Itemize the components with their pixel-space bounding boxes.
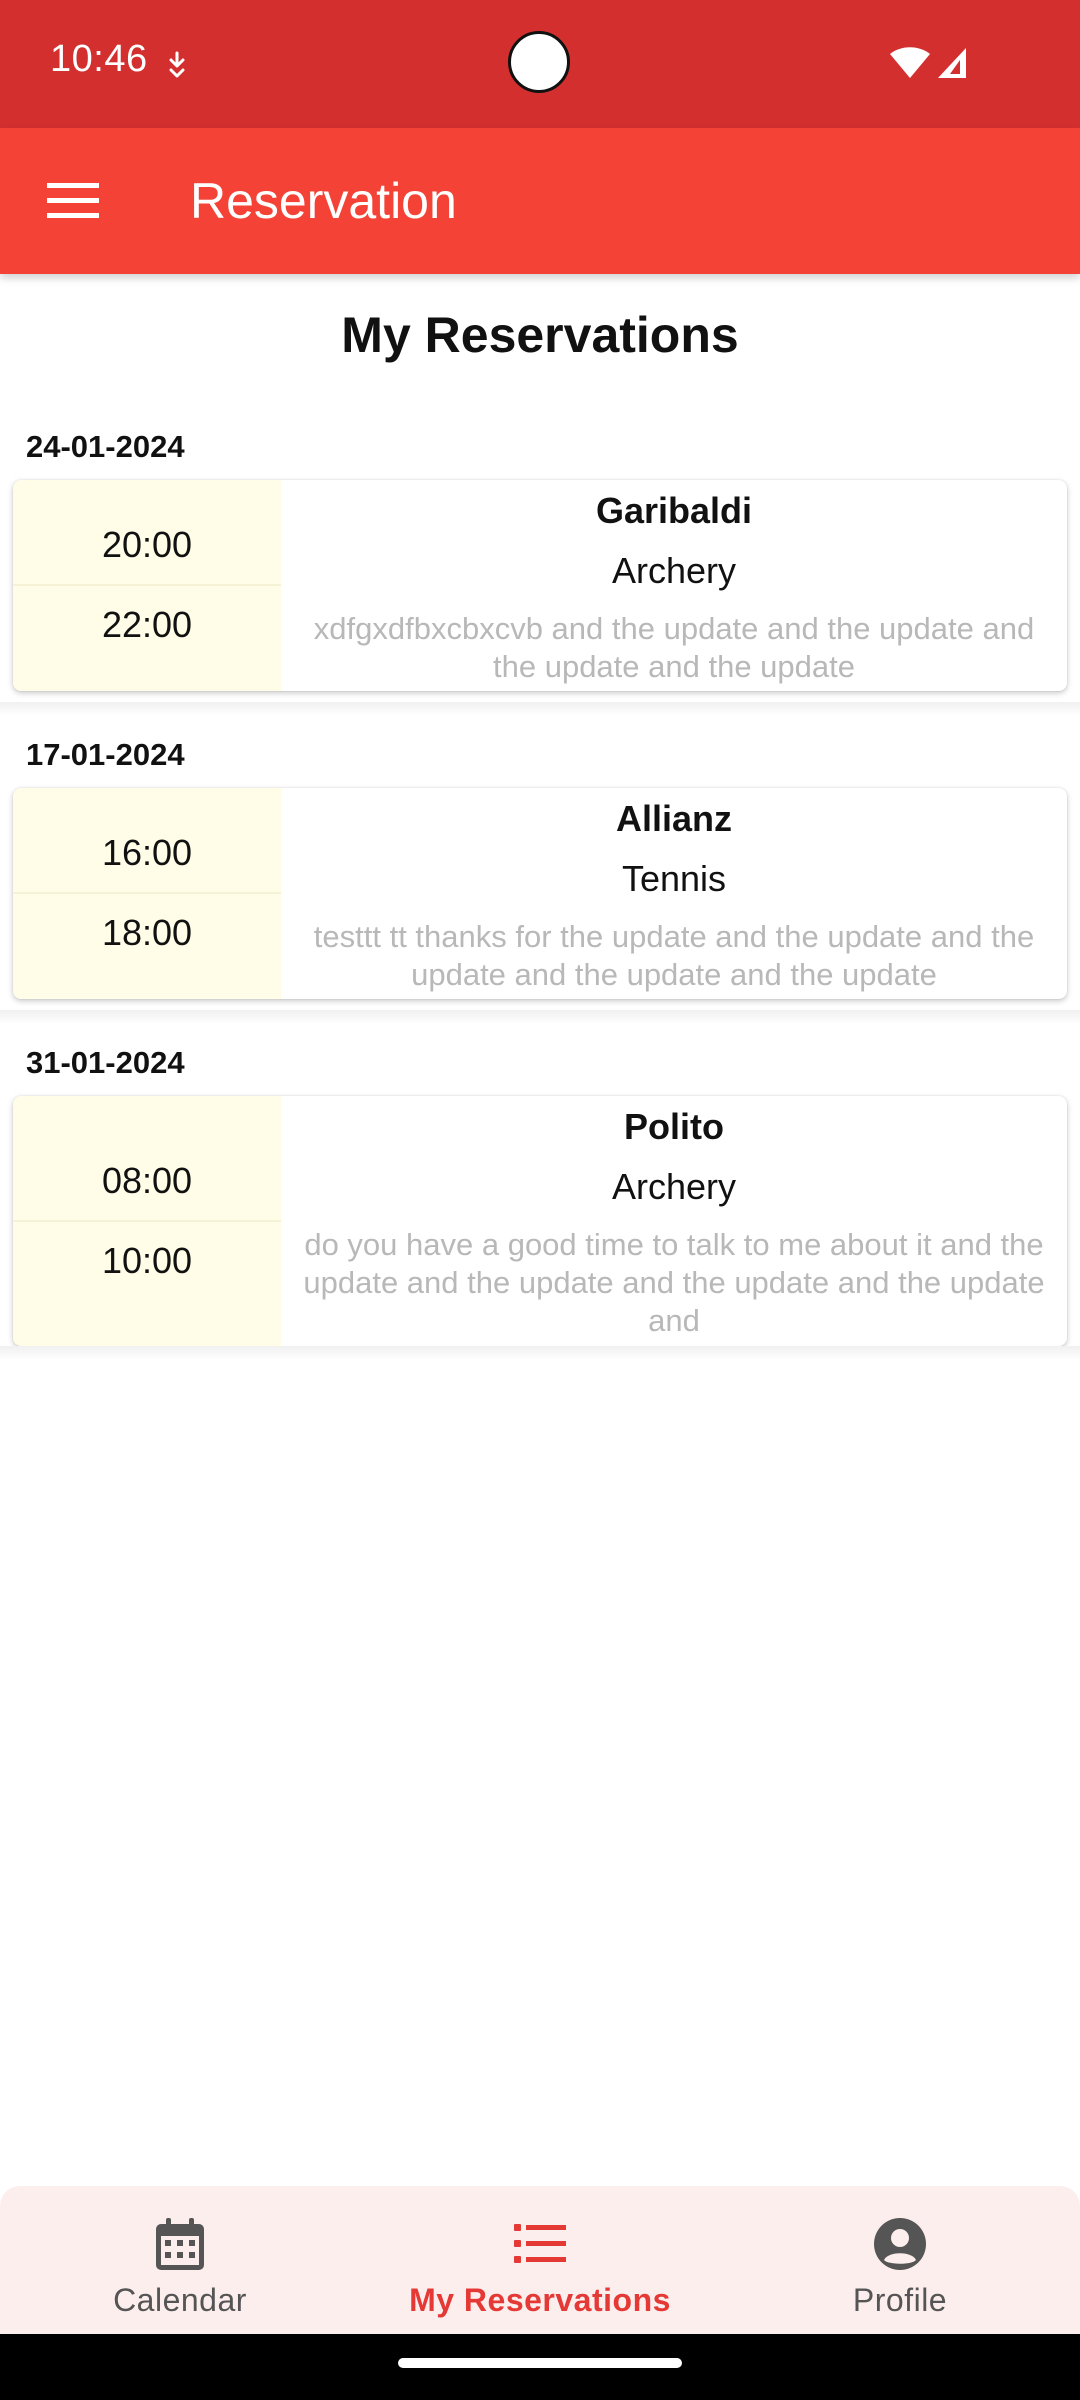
reservation-date: 31-01-2024 — [26, 1045, 185, 1080]
signal-icon — [938, 48, 966, 78]
time-divider — [13, 584, 281, 586]
sport-name: Tennis — [621, 858, 727, 899]
app-title: Reservation — [190, 173, 457, 229]
end-time: 10:00 — [101, 1240, 193, 1281]
reservation-info: Allianz Tennis testtt tt thanks for the … — [281, 788, 1067, 999]
hamburger-menu-icon — [47, 183, 99, 218]
reservation-card[interactable]: 16:00 18:00 Allianz Tennis testtt tt tha… — [13, 788, 1067, 999]
sport-name: Archery — [611, 1166, 737, 1207]
divider — [0, 1346, 1080, 1360]
bottom-navigation: Calendar My Reservations Profile — [0, 2186, 1080, 2334]
calendar-icon — [156, 2218, 204, 2270]
system-gesture-bar — [0, 2334, 1080, 2400]
reservation-note: do you have a good time to talk to me ab… — [303, 1227, 1045, 1338]
nav-item-calendar[interactable]: Calendar — [30, 2186, 330, 2334]
menu-button[interactable] — [30, 163, 116, 239]
reservation-date: 17-01-2024 — [26, 737, 185, 772]
end-time: 22:00 — [101, 604, 193, 645]
reservation-group: 24-01-2024 20:00 22:00 Garibaldi Archery… — [0, 412, 1080, 702]
reservation-info: Garibaldi Archery xdfgxdfbxcbxcvb and th… — [281, 480, 1067, 691]
time-column: 16:00 18:00 — [13, 788, 281, 999]
venue-name: Garibaldi — [595, 490, 753, 531]
sport-name: Archery — [611, 550, 737, 591]
nav-item-my-reservations[interactable]: My Reservations — [390, 2186, 690, 2334]
reservation-date: 24-01-2024 — [26, 429, 185, 464]
reservation-group: 31-01-2024 08:00 10:00 Polito Archery do… — [0, 1028, 1080, 1358]
nav-label-calendar: Calendar — [113, 2282, 247, 2318]
wifi-icon — [890, 47, 930, 78]
account-circle-icon — [874, 2218, 926, 2270]
list-icon — [514, 2224, 566, 2263]
start-time: 16:00 — [101, 832, 193, 873]
time-divider — [13, 892, 281, 894]
reservation-note: testtt tt thanks for the update and the … — [313, 919, 1035, 992]
divider — [0, 702, 1080, 716]
reservation-card[interactable]: 20:00 22:00 Garibaldi Archery xdfgxdfbxc… — [13, 480, 1067, 691]
venue-name: Allianz — [615, 798, 732, 839]
nav-label-profile: Profile — [852, 2282, 948, 2318]
start-time: 20:00 — [101, 524, 193, 565]
end-time: 18:00 — [101, 912, 193, 953]
time-divider — [13, 1220, 281, 1222]
camera-cutout — [508, 31, 570, 93]
time-column: 20:00 22:00 — [13, 480, 281, 691]
reservation-card[interactable]: 08:00 10:00 Polito Archery do you have a… — [13, 1096, 1067, 1346]
screen: 10:46 Reservation My Reservations 24-01-… — [0, 0, 1080, 2400]
status-bar: 10:46 — [0, 0, 1080, 128]
time-column: 08:00 10:00 — [13, 1096, 281, 1346]
app-bar: Reservation — [0, 128, 1080, 274]
reservation-group: 17-01-2024 16:00 18:00 Allianz Tennis te… — [0, 720, 1080, 1010]
download-indicator-icon — [169, 51, 185, 78]
home-gesture-handle[interactable] — [398, 2358, 682, 2368]
status-time: 10:46 — [50, 38, 148, 80]
nav-item-profile[interactable]: Profile — [750, 2186, 1050, 2334]
reservation-info: Polito Archery do you have a good time t… — [281, 1096, 1067, 1346]
page-title: My Reservations — [341, 307, 739, 363]
reservation-note: xdfgxdfbxcbxcvb and the update and the u… — [313, 611, 1035, 684]
divider — [0, 1010, 1080, 1024]
start-time: 08:00 — [101, 1160, 193, 1201]
venue-name: Polito — [624, 1106, 724, 1147]
nav-label-my-reservations: My Reservations — [409, 2282, 671, 2318]
